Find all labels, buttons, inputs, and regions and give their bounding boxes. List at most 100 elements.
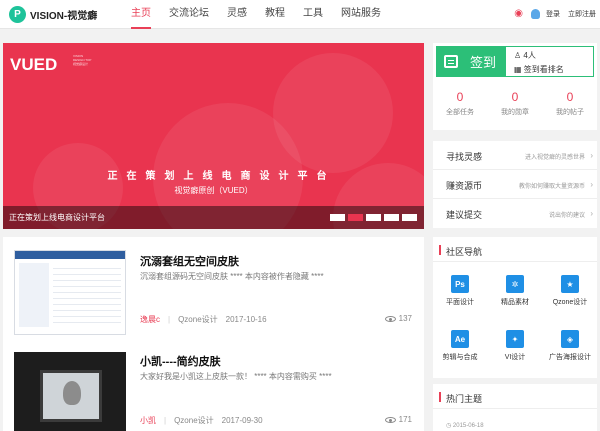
sign-in-count: ♙ 4人 (514, 51, 536, 60)
community-nav-title: 社区导航 (446, 247, 483, 257)
views-count: 137 (398, 314, 412, 323)
nav-item-inspiration[interactable]: 灵感 (227, 0, 247, 29)
article-category[interactable]: Qzone设计 (174, 415, 214, 426)
community-nav-header: 社区导航 (433, 237, 597, 262)
stat-label: 我的帖子 (556, 109, 584, 116)
quick-link-inspiration[interactable]: 寻找灵感 进入视觉癖的灵感世界 › (433, 141, 597, 170)
sign-in-button[interactable]: 签到 (436, 46, 506, 77)
stat-number: 0 (566, 90, 574, 104)
nav-item-tutorials[interactable]: 教程 (265, 0, 285, 29)
stat-label: 我的勋章 (501, 109, 529, 116)
register-link[interactable]: 立即注册 (568, 9, 596, 19)
thumbnail-filelist (53, 263, 121, 327)
login-link[interactable]: 登录 (546, 9, 560, 19)
article-author[interactable]: 逸晨c (140, 314, 160, 325)
slide-dot[interactable] (402, 214, 417, 221)
sign-in-count-value: 4人 (523, 51, 536, 60)
banner-caption-bar: 正在策划上线电商设计平台 (3, 206, 424, 229)
meta-separator: | (168, 315, 171, 324)
hot-topic-date: 2015-06-18 (452, 423, 484, 429)
quick-link-suggestion[interactable]: 建议提交 说出你的建议 › (433, 199, 597, 228)
community-tile-label: VI设计 (504, 354, 526, 361)
logo-text: VISION-视觉癖 (30, 11, 98, 22)
nav-item-home[interactable]: 主页 (131, 0, 151, 29)
article-meta: 逸晨c | Qzone设计 2017-10-16 (140, 314, 267, 325)
slide-dot-active[interactable] (348, 214, 363, 221)
community-tile-vi-design[interactable]: ✦ VI设计 (488, 321, 542, 375)
community-tile-label: 平面设计 (446, 299, 474, 306)
community-tile-poster-design[interactable]: ◈ 广告海报设计 (543, 321, 597, 375)
header-account-area: ◉ 登录 立即注册 (514, 8, 596, 19)
community-tile-materials[interactable]: ✲ 精品素材 (488, 266, 542, 320)
sign-in-rank-label: 签到看排名 (523, 65, 564, 74)
hot-topics-panel: 热门主题 ◷ 2015-06-18 (433, 384, 597, 431)
stat-number: 0 (456, 90, 464, 104)
star-icon: ★ (561, 275, 579, 293)
top-header: P VISION-视觉癖 主页 交流论坛 灵感 教程 工具 网站服务 ◉ 登录 … (0, 0, 600, 29)
hot-topics-title: 热门主题 (446, 394, 483, 404)
calendar-icon (444, 55, 458, 68)
article-title[interactable]: 沉溺套组无空间皮肤 (140, 253, 239, 269)
after-effects-icon: Ae (451, 330, 469, 348)
community-tile-editing[interactable]: Ae 剪辑与合成 (433, 321, 487, 375)
community-tile-label: 剪辑与合成 (442, 354, 478, 361)
thumbnail-photo-frame (40, 370, 102, 422)
quick-links-panel: 寻找灵感 进入视觉癖的灵感世界 › 赚资源币 教你如何赚取大量资源币 › 建议提… (433, 141, 597, 228)
article-description: 沉溺套组源码无空间皮肤 **** 本内容被作者隐藏 **** (140, 272, 324, 281)
materials-icon: ✲ (506, 275, 524, 293)
photoshop-icon: Ps (451, 275, 469, 293)
banner-subtitle: 视觉癖原创（VUED） (174, 186, 253, 195)
article-author[interactable]: 小凯 (140, 415, 156, 426)
weibo-icon[interactable]: ◉ (514, 8, 523, 19)
hero-banner[interactable]: VUED VISION DESIGN TOP 视觉癖设计 正在策划上线电商设计平… (3, 43, 424, 229)
community-tile-qzone[interactable]: ★ Qzone设计 (543, 266, 597, 320)
sign-in-label: 签到 (470, 55, 497, 70)
meta-separator: | (164, 416, 167, 425)
quick-link-desc: 进入视觉癖的灵感世界 (524, 155, 585, 161)
slide-dot[interactable] (366, 214, 381, 221)
article-description: 大家好我是小凯这上皮肤一款！ **** 本内容需购买 **** (140, 372, 332, 381)
stat-my-medals[interactable]: 0 我的勋章 (488, 90, 542, 117)
article-list: 沉溺套组无空间皮肤 沉溺套组源码无空间皮肤 **** 本内容被作者隐藏 ****… (3, 237, 424, 431)
main-nav: 主页 交流论坛 灵感 教程 工具 网站服务 (131, 0, 399, 29)
sign-in-rank-link[interactable]: ▦ 签到看排名 (514, 64, 564, 75)
community-tile-graphic-design[interactable]: Ps 平面设计 (433, 266, 487, 320)
nav-item-forum[interactable]: 交流论坛 (169, 0, 209, 29)
article-thumbnail[interactable] (14, 250, 126, 335)
quick-link-earn-coins[interactable]: 赚资源币 教你如何赚取大量资源币 › (433, 170, 597, 199)
article-meta: 小凯 | Qzone设计 2017-09-30 (140, 415, 263, 426)
stat-my-posts[interactable]: 0 我的帖子 (543, 90, 597, 117)
thumbnail-sidepane (19, 263, 49, 327)
stat-all-tasks[interactable]: 0 全部任务 (433, 90, 487, 117)
slide-dot[interactable] (330, 214, 345, 221)
quick-link-title: 赚资源币 (446, 181, 483, 191)
community-tile-label: 精品素材 (501, 299, 529, 306)
chevron-right-icon: › (590, 209, 593, 218)
article-thumbnail[interactable] (14, 352, 126, 431)
nav-item-tools[interactable]: 工具 (303, 0, 323, 29)
banner-bubble-decoration (273, 53, 393, 173)
banner-logo-subtext: VISION DESIGN TOP 视觉癖设计 (73, 54, 91, 66)
article-title[interactable]: 小凯----简约皮肤 (140, 353, 221, 369)
views-count: 171 (398, 415, 412, 424)
slide-indicators (327, 214, 417, 221)
community-nav-panel: 社区导航 Ps 平面设计 ✲ 精品素材 ★ Qzone设计 Ae 剪辑与合成 ✦… (433, 237, 597, 378)
chevron-right-icon: › (590, 151, 593, 160)
article-views: 171 (384, 415, 412, 424)
logo-mark-icon: P (9, 6, 26, 23)
poster-design-icon: ◈ (561, 330, 579, 348)
banner-caption[interactable]: 正在策划上线电商设计平台 (9, 212, 105, 223)
community-tile-label: Qzone设计 (552, 299, 588, 306)
title-accent-bar (439, 392, 441, 402)
sign-in-info: ♙ 4人 ▦ 签到看排名 (506, 46, 594, 77)
eye-icon (384, 416, 396, 423)
vi-design-icon: ✦ (506, 330, 524, 348)
hot-topic-item[interactable]: ◷ 2015-06-18 (446, 422, 484, 429)
slide-dot[interactable] (384, 214, 399, 221)
qq-icon[interactable] (531, 8, 540, 19)
community-tile-label: 广告海报设计 (549, 354, 591, 361)
hot-topics-header: 热门主题 (433, 384, 597, 409)
site-logo[interactable]: P VISION-视觉癖 (9, 6, 97, 23)
nav-item-services[interactable]: 网站服务 (341, 0, 381, 29)
article-category[interactable]: Qzone设计 (178, 314, 218, 325)
